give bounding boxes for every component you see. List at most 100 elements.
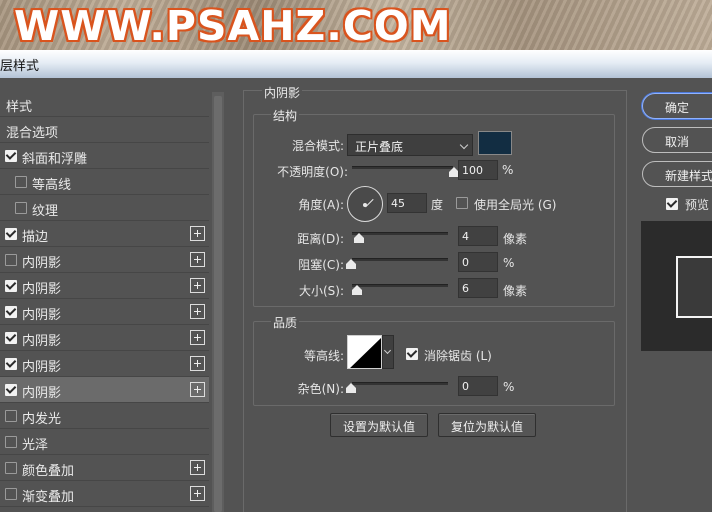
plus-icon[interactable] xyxy=(190,382,205,397)
chevron-down-icon xyxy=(459,140,469,150)
style-item-label: 混合选项 xyxy=(6,126,59,141)
style-checkbox[interactable] xyxy=(15,202,27,214)
angle-dial-center xyxy=(363,203,367,207)
new-style-button[interactable]: 新建样式 xyxy=(642,161,712,187)
noise-slider[interactable] xyxy=(352,382,448,385)
choke-slider[interactable] xyxy=(352,258,448,261)
shadow-color-swatch[interactable] xyxy=(478,131,512,155)
style-item[interactable]: 内阴影 xyxy=(0,325,209,351)
choke-input[interactable]: 0 xyxy=(458,252,498,272)
plus-icon[interactable] xyxy=(190,356,205,371)
distance-slider-thumb[interactable] xyxy=(353,233,364,243)
style-item[interactable]: 内阴影 xyxy=(0,351,209,377)
styles-header-label: 样式 xyxy=(6,100,33,115)
blend-mode-value: 正片叠底 xyxy=(355,140,404,154)
style-item-label: 等高线 xyxy=(32,178,72,193)
style-item[interactable]: 描边 xyxy=(0,221,209,247)
structure-title: 结构 xyxy=(271,107,300,124)
plus-icon[interactable] xyxy=(190,486,205,501)
angle-dial-icon[interactable] xyxy=(347,186,383,222)
style-item[interactable]: 渐变叠加 xyxy=(0,481,209,507)
contour-label: 等高线: xyxy=(303,349,344,363)
angle-label: 角度(A): xyxy=(298,198,344,212)
blend-mode-label: 混合模式: xyxy=(291,139,344,153)
chevron-down-icon xyxy=(383,346,392,355)
styles-scrollbar-thumb[interactable] xyxy=(214,96,222,512)
style-checkbox[interactable] xyxy=(5,254,17,266)
style-checkbox[interactable] xyxy=(5,462,17,474)
plus-icon[interactable] xyxy=(190,226,205,241)
style-checkbox[interactable] xyxy=(5,410,17,422)
style-item-label: 内阴影 xyxy=(22,256,62,271)
reset-default-button[interactable]: 复位为默认值 xyxy=(438,413,536,437)
style-item-label: 内阴影 xyxy=(22,386,62,401)
preview-thumbnail xyxy=(676,256,712,318)
style-checkbox[interactable] xyxy=(5,228,17,240)
styles-header: 样式 xyxy=(0,91,209,117)
size-slider-thumb[interactable] xyxy=(351,285,362,295)
style-item[interactable]: 内阴影 xyxy=(0,299,209,325)
distance-slider[interactable] xyxy=(352,232,448,235)
noise-input[interactable]: 0 xyxy=(458,376,498,396)
global-light-label: 使用全局光 (G) xyxy=(474,198,557,212)
blend-mode-select[interactable]: 正片叠底 xyxy=(347,134,473,156)
style-checkbox[interactable] xyxy=(5,150,17,162)
style-item[interactable]: 内阴影 xyxy=(0,247,209,273)
style-checkbox[interactable] xyxy=(5,358,17,370)
noise-label: 杂色(N): xyxy=(297,382,344,396)
style-item-label: 内发光 xyxy=(22,412,62,427)
distance-input[interactable]: 4 xyxy=(458,226,498,246)
style-checkbox[interactable] xyxy=(5,488,17,500)
style-checkbox[interactable] xyxy=(5,384,17,396)
style-item[interactable]: 内阴影 xyxy=(0,273,209,299)
opacity-slider[interactable] xyxy=(352,166,453,169)
watermark-text: WWW.PSAHZ.COM xyxy=(14,2,452,50)
quality-title: 品质 xyxy=(271,314,300,331)
antialias-checkbox[interactable] xyxy=(406,348,418,360)
style-item-label: 纹理 xyxy=(32,204,59,219)
watermark-banner: WWW.PSAHZ.COM xyxy=(0,0,712,50)
style-item[interactable]: 光泽 xyxy=(0,429,209,455)
plus-icon[interactable] xyxy=(190,330,205,345)
style-checkbox[interactable] xyxy=(5,332,17,344)
style-item[interactable]: 斜面和浮雕 xyxy=(0,143,209,169)
style-item[interactable]: 等高线 xyxy=(0,169,209,195)
new-style-button-label: 新建样式 xyxy=(665,169,712,183)
style-item-label: 内阴影 xyxy=(22,334,62,349)
style-item-label: 描边 xyxy=(22,230,49,245)
style-item[interactable]: 内发光 xyxy=(0,403,209,429)
ok-button[interactable]: 确定 xyxy=(642,93,712,119)
cancel-button[interactable]: 取消 xyxy=(642,127,712,153)
noise-slider-thumb[interactable] xyxy=(346,383,356,393)
global-light-checkbox[interactable] xyxy=(456,197,468,209)
style-item-label: 颜色叠加 xyxy=(22,464,75,479)
opacity-label: 不透明度(O): xyxy=(277,165,348,179)
angle-input[interactable]: 45 xyxy=(387,193,427,213)
style-checkbox[interactable] xyxy=(5,436,17,448)
size-unit: 像素 xyxy=(503,284,528,298)
opacity-input[interactable]: 100 xyxy=(458,160,498,180)
choke-slider-thumb[interactable] xyxy=(346,259,356,269)
plus-icon[interactable] xyxy=(190,460,205,475)
preview-checkbox[interactable] xyxy=(666,198,678,210)
contour-dropdown[interactable] xyxy=(382,335,394,369)
contour-picker[interactable] xyxy=(347,335,382,369)
antialias-label: 消除锯齿 (L) xyxy=(424,349,492,363)
choke-label: 阻塞(C): xyxy=(298,258,344,272)
plus-icon[interactable] xyxy=(190,304,205,319)
plus-icon[interactable] xyxy=(190,252,205,267)
style-item[interactable]: 混合选项 xyxy=(0,117,209,143)
plus-icon[interactable] xyxy=(190,278,205,293)
window-title: 层样式 xyxy=(0,59,40,74)
window-title-bar: 层样式 xyxy=(0,50,712,78)
size-slider[interactable] xyxy=(352,284,448,287)
style-checkbox[interactable] xyxy=(5,306,17,318)
style-checkbox[interactable] xyxy=(15,176,27,188)
style-item-label: 内阴影 xyxy=(22,308,62,323)
style-checkbox[interactable] xyxy=(5,280,17,292)
set-default-button[interactable]: 设置为默认值 xyxy=(330,413,428,437)
style-item[interactable]: 纹理 xyxy=(0,195,209,221)
style-item[interactable]: 颜色叠加 xyxy=(0,455,209,481)
style-item[interactable]: 内阴影 xyxy=(0,377,209,403)
size-input[interactable]: 6 xyxy=(458,278,498,298)
